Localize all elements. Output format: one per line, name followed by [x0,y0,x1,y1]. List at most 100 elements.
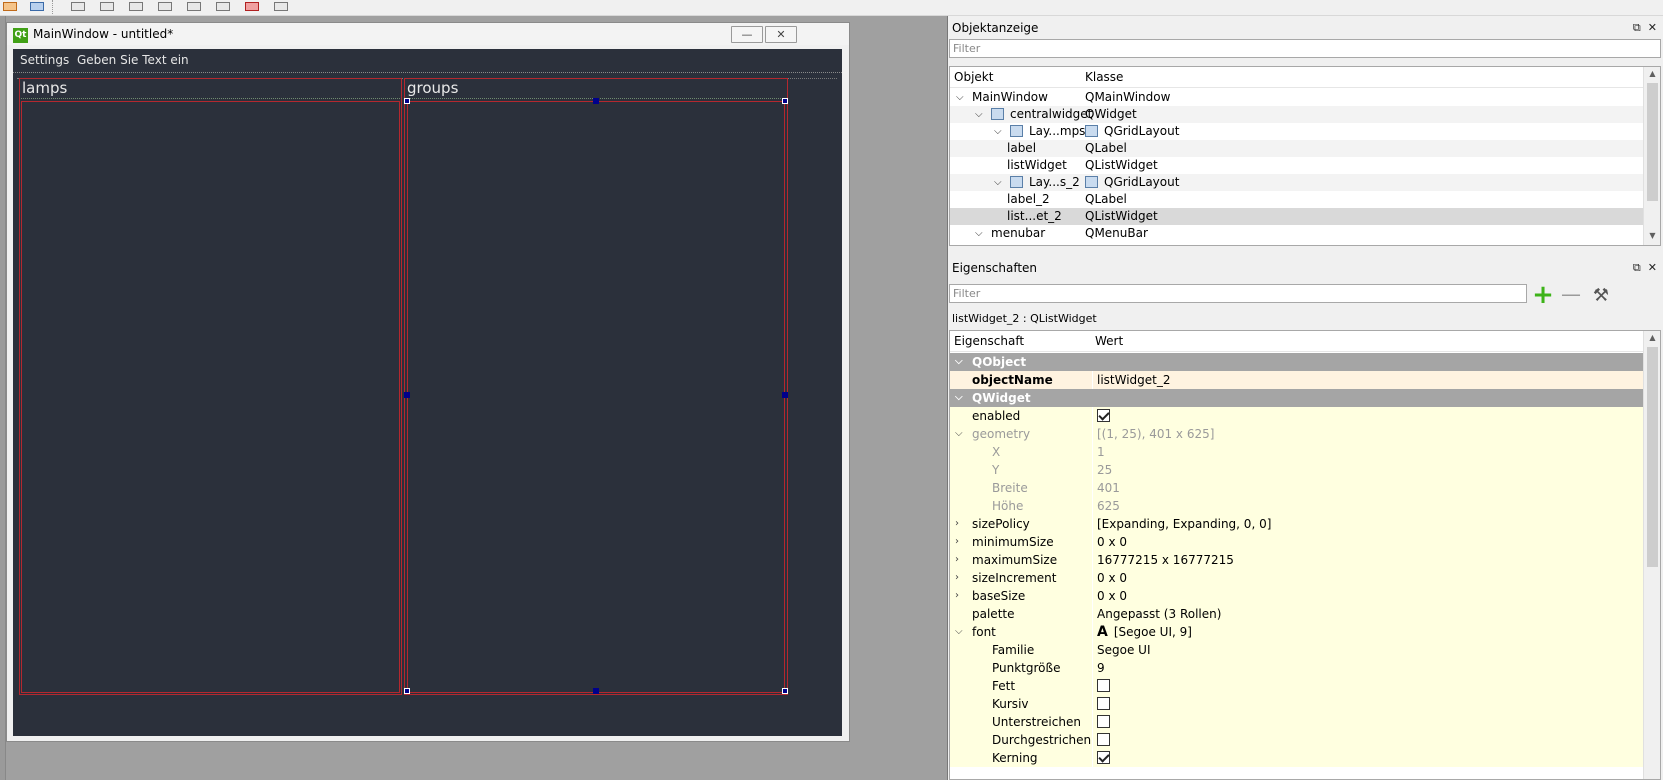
adjust-size-icon[interactable] [271,0,291,13]
property-row[interactable]: › sizePolicy [Expanding, Expanding, 0, 0] [950,515,1645,534]
property-row[interactable]: Punktgröße 9 [950,659,1645,678]
checkbox-icon[interactable] [1097,677,1110,695]
resize-handle-t[interactable] [593,98,599,104]
property-value[interactable]: Segoe UI [1097,641,1150,659]
dock-float-icon[interactable]: ⧉ [1633,21,1641,34]
property-row[interactable]: Unterstreichen [950,713,1645,732]
resize-handle-r[interactable] [782,392,788,398]
dock-close-icon[interactable]: ✕ [1648,21,1657,34]
listwidget-groups[interactable] [407,101,785,693]
form-window[interactable]: Qt MainWindow - untitled* — ✕ Settings G… [6,22,850,742]
property-row[interactable]: › minimumSize 0 x 0 [950,533,1645,552]
object-tree-scrollbar[interactable]: ▲ ▼ [1643,67,1660,245]
chevron-down-icon[interactable]: ⌵ [994,174,1002,191]
chevron-down-icon[interactable]: ⌵ [956,89,964,106]
chevron-down-icon[interactable]: ⌵ [955,425,963,443]
object-filter-input[interactable]: Filter [949,39,1661,58]
tree-row[interactable]: ⌵ menubar QMenuBar [950,225,1645,242]
property-value[interactable]: 0 x 0 [1097,533,1127,551]
menu-settings[interactable]: Settings [20,53,69,68]
checkbox-icon[interactable] [1097,697,1110,710]
tree-row[interactable]: list...et_2 QListWidget [950,208,1645,225]
layout-form-icon[interactable] [155,0,175,13]
property-filter-input[interactable]: Filter [949,284,1527,303]
property-table[interactable]: Eigenschaft Wert ⌵ QObject objectName listW… [949,330,1661,780]
tree-row[interactable]: ⌵ Lay...mps QGridLayout [950,123,1645,140]
dock-float-icon[interactable]: ⧉ [1633,261,1641,274]
property-row[interactable]: X1 [950,443,1645,462]
minimize-button[interactable]: — [731,26,763,43]
edit-widgets-tool-icon[interactable] [0,0,20,13]
tree-row[interactable]: label QLabel [950,140,1645,157]
property-row[interactable]: Breite 401 [950,479,1645,498]
close-button[interactable]: ✕ [765,26,797,43]
checkbox-icon[interactable] [1097,679,1110,692]
checkbox-icon[interactable] [1097,409,1110,422]
col-property[interactable]: Eigenschaft [954,334,1024,349]
scroll-up-icon[interactable]: ▲ [1644,331,1660,345]
property-row[interactable]: › baseSize 0 x 0 [950,587,1645,606]
property-value[interactable]: 16777215 x 16777215 [1097,551,1234,569]
property-row[interactable]: › maximumSize 16777215 x 16777215 [950,551,1645,570]
property-group-row[interactable]: ⌵ QObject [950,353,1645,372]
tree-row[interactable]: ⌵ MainWindow QMainWindow [950,89,1645,106]
chevron-right-icon[interactable]: › [955,587,959,605]
chevron-down-icon[interactable]: ⌵ [975,106,983,123]
dock-close-icon[interactable]: ✕ [1648,261,1657,274]
add-icon[interactable]: + [1532,282,1554,308]
chevron-down-icon[interactable]: ⌵ [955,353,963,371]
layout-grid-small-icon[interactable] [213,0,233,13]
chevron-right-icon[interactable]: › [955,569,959,587]
property-row[interactable]: objectName listWidget_2 [950,371,1645,390]
scroll-up-icon[interactable]: ▲ [1644,67,1660,81]
chevron-down-icon[interactable]: ⌵ [955,623,963,641]
property-value[interactable]: listWidget_2 [1097,371,1171,389]
object-tree[interactable]: Objekt Klasse ⌵ MainWindow QMainWindow ⌵ cen… [949,66,1661,246]
property-row[interactable]: ⌵ geometry [(1, 25), 401 x 625] [950,425,1645,444]
checkbox-icon[interactable] [1097,733,1110,746]
property-row[interactable]: › sizeIncrement 0 x 0 [950,569,1645,588]
scroll-thumb[interactable] [1647,347,1658,567]
property-value[interactable]: 0 x 0 [1097,569,1127,587]
col-value[interactable]: Wert [1095,334,1123,349]
tree-row[interactable]: label_2 QLabel [950,191,1645,208]
main-window-preview[interactable]: Settings Geben Sie Text ein lamps groups [13,49,842,736]
property-value[interactable]: 25 [1097,461,1112,479]
property-value[interactable]: [(1, 25), 401 x 625] [1097,425,1214,443]
property-table-scrollbar[interactable]: ▲ [1643,331,1660,779]
label-groups[interactable]: groups [407,79,458,97]
label-lamps[interactable]: lamps [22,79,67,97]
resize-handle-b[interactable] [593,688,599,694]
chevron-right-icon[interactable]: › [955,515,959,533]
checkbox-icon[interactable] [1097,731,1110,749]
property-row[interactable]: Y 25 [950,461,1645,480]
menu-type-here[interactable]: Geben Sie Text ein [77,53,189,68]
property-row[interactable]: Kerning [950,749,1645,768]
tree-row[interactable]: listWidget QListWidget [950,157,1645,174]
checkbox-icon[interactable] [1097,695,1110,713]
chevron-down-icon[interactable]: ⌵ [975,225,983,242]
chevron-down-icon[interactable]: ⌵ [955,389,963,407]
resize-handle-bl[interactable] [404,688,410,694]
checkbox-icon[interactable] [1097,749,1110,767]
layout-vertical-icon[interactable] [97,0,117,13]
property-row[interactable]: Kursiv [950,695,1645,714]
property-value[interactable]: 1 [1097,443,1105,461]
property-row[interactable]: Fett [950,677,1645,696]
resize-handle-tl[interactable] [404,98,410,104]
scroll-thumb[interactable] [1647,83,1658,201]
tree-row[interactable]: ⌵ centralwidget QWidget [950,106,1645,123]
property-value[interactable]: 0 x 0 [1097,587,1127,605]
break-layout-icon[interactable] [242,0,262,13]
property-row[interactable]: Höhe 625 [950,497,1645,516]
tree-row[interactable]: ⌵ Lay...s_2 QGridLayout [950,174,1645,191]
property-value[interactable]: 401 [1097,479,1120,497]
layout-splitter-icon[interactable] [126,0,146,13]
property-value[interactable]: [Expanding, Expanding, 0, 0] [1097,515,1271,533]
property-row[interactable]: Familie Segoe UI [950,641,1645,660]
checkbox-icon[interactable] [1097,713,1110,731]
property-group-row[interactable]: ⌵ QWidget [950,389,1645,408]
property-row[interactable]: ⌵ font A [Segoe UI, 9] [950,623,1645,642]
resize-handle-l[interactable] [404,392,410,398]
property-value[interactable]: A [Segoe UI, 9] [1097,623,1192,641]
